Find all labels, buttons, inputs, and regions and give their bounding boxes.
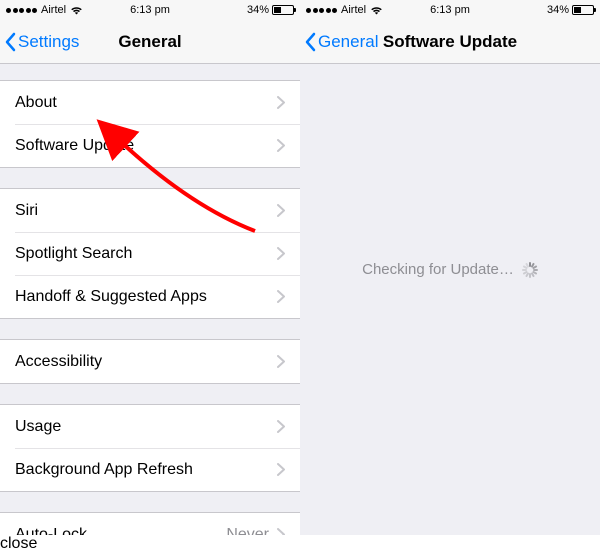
back-button[interactable]: Settings (4, 20, 79, 64)
chevron-right-icon (277, 528, 285, 535)
row-label: Accessibility (15, 353, 277, 371)
row-about[interactable]: About (0, 81, 300, 124)
row-spotlight-search[interactable]: Spotlight Search (0, 232, 300, 275)
phone-software-update: Airtel 6:13 pm 34% General Software Upda… (300, 0, 600, 535)
back-button[interactable]: General (304, 20, 378, 64)
row-label: About (15, 94, 277, 112)
chevron-right-icon (277, 96, 285, 109)
row-label: Handoff & Suggested Apps (15, 288, 277, 306)
row-siri[interactable]: Siri (0, 189, 300, 232)
back-label: Settings (18, 32, 79, 52)
row-handoff[interactable]: Handoff & Suggested Apps (0, 275, 300, 318)
row-label: Usage (15, 418, 277, 436)
checking-label: Checking for Update… (362, 261, 514, 278)
row-background-app-refresh[interactable]: Background App Refresh (0, 448, 300, 491)
row-auto-lock[interactable]: Auto-Lock Never (0, 513, 300, 535)
chevron-right-icon (277, 290, 285, 303)
row-usage[interactable]: Usage (0, 405, 300, 448)
row-accessibility[interactable]: Accessibility (0, 340, 300, 383)
chevron-right-icon (277, 463, 285, 476)
row-label: Software Update (15, 137, 277, 155)
update-body: Checking for Update… (300, 64, 600, 535)
row-label: Siri (15, 202, 277, 220)
status-time: 6:13 pm (300, 4, 600, 16)
chevron-right-icon (277, 355, 285, 368)
status-time: 6:13 pm (0, 4, 300, 16)
row-software-update[interactable]: Software Update (0, 124, 300, 167)
nav-bar: Settings General (0, 20, 300, 64)
chevron-left-icon (4, 32, 16, 52)
chevron-right-icon (277, 420, 285, 433)
row-value: Never (226, 526, 269, 536)
phone-general: Airtel 6:13 pm 34% Settings General Abou… (0, 0, 300, 535)
row-label: Background App Refresh (15, 461, 277, 479)
chevron-left-icon (304, 32, 316, 52)
nav-bar: General Software Update (300, 20, 600, 64)
row-label: Auto-Lock (15, 526, 226, 536)
chevron-right-icon (277, 139, 285, 152)
battery-icon (572, 5, 594, 15)
battery-icon (272, 5, 294, 15)
back-label: General (318, 32, 378, 52)
row-label: Spotlight Search (15, 245, 277, 263)
chevron-right-icon (277, 204, 285, 217)
status-bar: Airtel 6:13 pm 34% (0, 0, 300, 20)
settings-list: About Software Update Siri Spotlight Sea… (0, 64, 300, 535)
spinner-icon (522, 262, 538, 278)
chevron-right-icon (277, 247, 285, 260)
status-bar: Airtel 6:13 pm 34% (300, 0, 600, 20)
